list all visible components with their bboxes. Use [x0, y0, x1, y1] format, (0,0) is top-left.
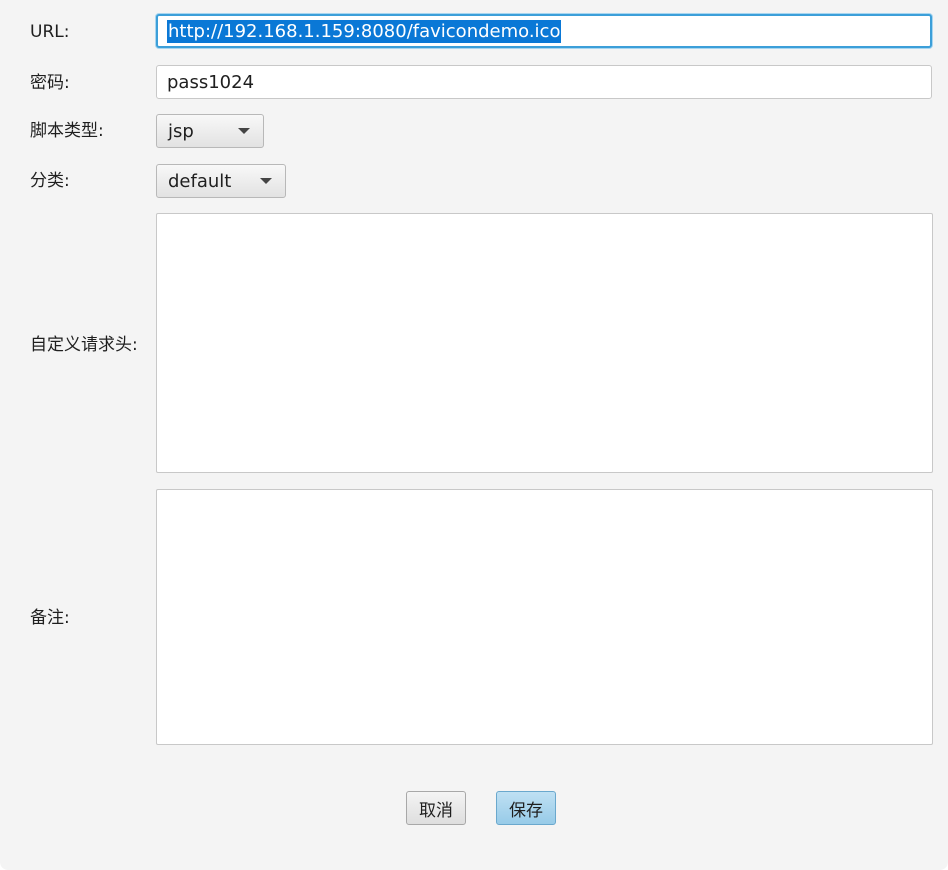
- chevron-down-icon: [238, 128, 250, 134]
- url-input-selected-text: http://192.168.1.159:8080/favicondemo.ic…: [167, 19, 562, 43]
- url-label: URL:: [30, 22, 70, 42]
- notes-textarea[interactable]: [156, 489, 933, 745]
- url-input[interactable]: http://192.168.1.159:8080/favicondemo.ic…: [156, 14, 932, 48]
- script-type-selected-value: jsp: [168, 120, 194, 142]
- cancel-button-label: 取消: [419, 800, 453, 821]
- script-type-select[interactable]: jsp: [156, 114, 264, 148]
- save-button[interactable]: 保存: [496, 791, 556, 825]
- category-label: 分类:: [30, 171, 70, 191]
- custom-headers-label: 自定义请求头:: [30, 335, 138, 355]
- save-button-label: 保存: [509, 800, 543, 821]
- cancel-button[interactable]: 取消: [406, 791, 466, 825]
- notes-label: 备注:: [30, 608, 70, 628]
- password-input[interactable]: pass1024: [156, 65, 932, 99]
- edit-shell-dialog: URL: http://192.168.1.159:8080/faviconde…: [0, 0, 948, 870]
- custom-headers-textarea[interactable]: [156, 213, 933, 473]
- password-label: 密码:: [30, 73, 70, 93]
- script-type-label: 脚本类型:: [30, 121, 104, 141]
- category-selected-value: default: [168, 170, 232, 192]
- password-input-value: pass1024: [167, 71, 255, 93]
- category-select[interactable]: default: [156, 164, 286, 198]
- chevron-down-icon: [260, 178, 272, 184]
